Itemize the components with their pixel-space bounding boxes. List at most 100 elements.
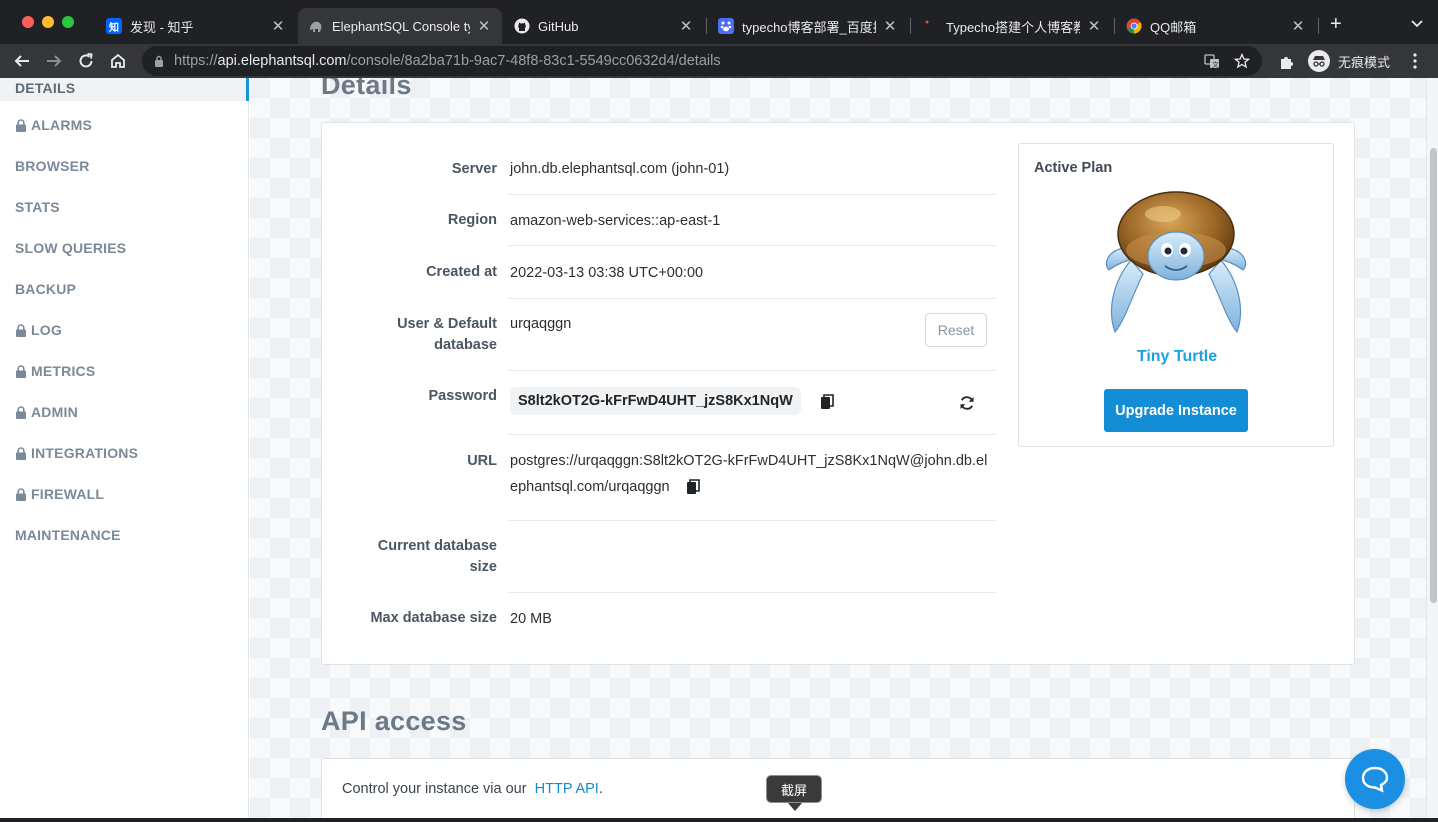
upgrade-instance-button[interactable]: Upgrade Instance — [1104, 389, 1248, 432]
api-card: Control your instance via our HTTP API. — [321, 758, 1355, 818]
reset-button[interactable]: Reset — [925, 313, 987, 347]
divider — [508, 298, 996, 299]
sidebar-item-integrations[interactable]: INTEGRATIONS — [15, 445, 138, 461]
sidebar-item-details[interactable]: DETAILS — [0, 78, 249, 101]
sidebar: DETAILS ALARMS BROWSER STATS SLOW QUERIE… — [0, 78, 249, 818]
tab-title: QQ邮箱 — [1150, 19, 1197, 35]
sidebar-item-stats[interactable]: STATS — [15, 199, 60, 215]
incognito-label: 无痕模式 — [1338, 54, 1391, 70]
tab-title: typecho博客部署_百度搜 — [742, 19, 876, 35]
user-value: urqaqggn — [510, 316, 572, 332]
lock-icon — [16, 323, 26, 337]
scrollbar-thumb[interactable] — [1430, 148, 1437, 603]
new-tab-button[interactable]: + — [1330, 14, 1342, 34]
browser-toolbar: https://api.elephantsql.com/console/8a2b… — [0, 44, 1438, 78]
divider — [508, 370, 996, 371]
plan-name: Tiny Turtle — [1136, 348, 1218, 365]
divider — [508, 592, 996, 593]
minimize-window-button[interactable] — [42, 16, 54, 28]
api-description: Control your instance via our HTTP API. — [342, 781, 603, 797]
close-tab-icon[interactable]: ✕ — [882, 17, 898, 35]
zoom-window-button[interactable] — [62, 16, 74, 28]
home-icon — [111, 53, 125, 68]
divider — [508, 194, 996, 195]
max-size-label: Max database size — [370, 610, 497, 626]
created-label: Created at — [426, 264, 497, 280]
sidebar-item-maintenance[interactable]: MAINTENANCE — [15, 527, 121, 543]
tab-title: ElephantSQL Console typ — [332, 18, 470, 34]
sidebar-item-slow-queries[interactable]: SLOW QUERIES — [15, 240, 126, 256]
sidebar-item-label: LOG — [31, 322, 62, 338]
max-size-value: 20 MB — [510, 611, 552, 627]
plan-title: Active Plan — [1034, 160, 1113, 176]
api-access-heading: API access — [321, 706, 467, 736]
close-tab-icon[interactable]: ✕ — [1086, 17, 1102, 35]
tab-title: 发现 - 知乎 — [130, 19, 194, 35]
arrow-right-icon — [47, 55, 62, 67]
home-button[interactable] — [108, 51, 128, 71]
sidebar-item-label: DETAILS — [15, 80, 76, 96]
tab-typecho[interactable]: Typecho搭建个人博客教程 ✕ — [912, 8, 1112, 44]
screenshot-tooltip: 截屏 — [766, 775, 822, 803]
sidebar-item-backup[interactable]: BACKUP — [15, 281, 76, 297]
chrome-icon — [1126, 18, 1142, 34]
sidebar-item-label: ALARMS — [31, 117, 93, 133]
sidebar-item-log[interactable]: LOG — [15, 322, 62, 338]
server-label: Server — [451, 161, 497, 177]
close-tab-icon[interactable]: ✕ — [1290, 17, 1306, 35]
sidebar-item-label: MAINTENANCE — [15, 527, 121, 543]
close-window-button[interactable] — [22, 16, 34, 28]
sidebar-item-admin[interactable]: ADMIN — [15, 404, 78, 420]
tab-github[interactable]: GitHub ✕ — [504, 8, 704, 44]
tab-title: GitHub — [538, 18, 579, 34]
incognito-indicator[interactable]: 无痕模式 — [1308, 50, 1390, 72]
translate-icon[interactable]: 文 — [1204, 53, 1220, 69]
lock-icon — [155, 55, 163, 67]
tab-qqmail[interactable]: QQ邮箱 ✕ — [1116, 8, 1316, 44]
star-icon[interactable] — [1234, 53, 1250, 69]
refresh-icon[interactable] — [959, 395, 975, 411]
sidebar-item-firewall[interactable]: FIREWALL — [15, 486, 104, 502]
copy-icon[interactable] — [686, 479, 700, 495]
region-value: amazon-web-services::ap-east-1 — [510, 213, 721, 229]
page-viewport: DETAILS ALARMS BROWSER STATS SLOW QUERIE… — [0, 78, 1438, 818]
close-tab-icon[interactable]: ✕ — [476, 17, 492, 35]
browser-tabstrip: 知 发现 - 知乎 ✕ ElephantSQL Console typ ✕ Gi… — [0, 0, 1438, 44]
tab-baidu[interactable]: typecho博客部署_百度搜 ✕ — [708, 8, 908, 44]
dot-icon — [922, 18, 938, 34]
sidebar-item-label: SLOW QUERIES — [15, 240, 127, 256]
chat-icon — [1361, 766, 1389, 793]
tab-zhihu[interactable]: 知 发现 - 知乎 ✕ — [96, 8, 296, 44]
back-button[interactable] — [12, 51, 32, 71]
sidebar-item-label: ADMIN — [31, 404, 78, 420]
close-tab-icon[interactable]: ✕ — [270, 17, 286, 35]
baidu-icon — [718, 18, 734, 34]
chevron-down-icon[interactable] — [1409, 15, 1425, 31]
sidebar-item-metrics[interactable]: METRICS — [15, 363, 95, 379]
url-label: URL — [467, 453, 497, 469]
incognito-icon — [1308, 50, 1330, 72]
forward-button[interactable] — [44, 51, 64, 71]
kebab-menu-icon[interactable] — [1413, 53, 1417, 69]
lock-icon — [16, 446, 26, 460]
tab-elephantsql[interactable]: ElephantSQL Console typ ✕ — [298, 8, 502, 44]
sidebar-item-alarms[interactable]: ALARMS — [15, 117, 92, 133]
lock-icon — [16, 405, 26, 419]
sidebar-item-label: BACKUP — [15, 281, 77, 297]
sidebar-item-label: BROWSER — [15, 158, 90, 174]
extensions-icon[interactable] — [1278, 53, 1296, 71]
chat-widget-button[interactable] — [1345, 749, 1405, 809]
copy-icon[interactable] — [820, 394, 834, 410]
lock-icon — [16, 118, 26, 132]
address-bar[interactable]: https://api.elephantsql.com/console/8a2b… — [142, 46, 1262, 76]
http-api-link[interactable]: HTTP API — [535, 781, 599, 797]
page-scrollbar[interactable] — [1426, 78, 1438, 818]
region-label: Region — [447, 212, 497, 228]
github-icon — [514, 18, 530, 34]
turtle-mascot-icon — [1105, 191, 1247, 334]
main-content: Details Server john.db.elephantsql.com (… — [250, 78, 1426, 818]
sidebar-item-browser[interactable]: BROWSER — [15, 158, 90, 174]
close-tab-icon[interactable]: ✕ — [678, 17, 694, 35]
lock-icon — [16, 487, 26, 501]
reload-button[interactable] — [76, 51, 96, 71]
